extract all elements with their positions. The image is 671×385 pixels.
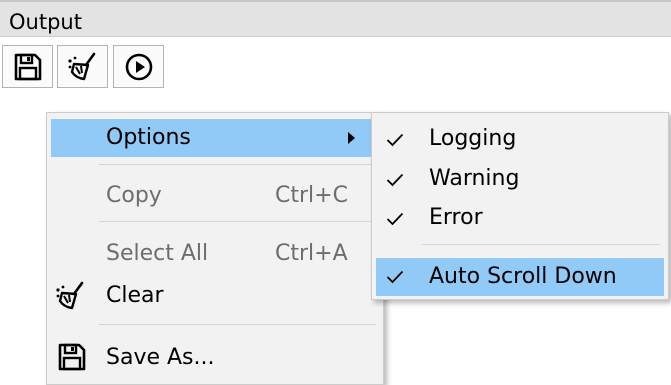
menu-item-select-all-shortcut: Ctrl+A	[275, 241, 348, 266]
save-button[interactable]	[2, 45, 53, 88]
save-icon	[14, 53, 41, 80]
menu-separator	[99, 164, 376, 165]
submenu-item-logging-label: Logging	[429, 126, 517, 151]
menu-item-select-all[interactable]: Select All Ctrl+A	[51, 235, 375, 273]
submenu-arrow-icon	[348, 132, 355, 144]
menu-item-copy[interactable]: Copy Ctrl+C	[51, 177, 375, 215]
menu-separator	[99, 324, 376, 325]
menu-separator	[422, 244, 660, 245]
menu-item-clear-label: Clear	[106, 283, 164, 308]
check-icon	[386, 133, 404, 147]
submenu-item-warning[interactable]: Warning	[376, 161, 664, 199]
output-toolbar	[0, 37, 671, 93]
menu-item-save-as[interactable]: Save As...	[51, 339, 375, 377]
submenu-item-error[interactable]: Error	[376, 200, 664, 238]
panel-title-bar: Output	[0, 0, 671, 37]
broom-icon	[56, 281, 84, 310]
panel-title: Output	[9, 10, 82, 34]
submenu-item-auto-scroll-down-label: Auto Scroll Down	[429, 264, 617, 289]
menu-item-select-all-label: Select All	[106, 241, 209, 266]
submenu-item-logging[interactable]: Logging	[376, 121, 664, 159]
check-icon	[386, 173, 404, 187]
context-menu: Options Copy Ctrl+C Select All Ctrl+A Cl…	[46, 112, 384, 385]
run-button[interactable]	[113, 45, 164, 88]
menu-item-copy-label: Copy	[106, 183, 162, 208]
menu-item-save-as-label: Save As...	[106, 345, 215, 370]
submenu-item-auto-scroll-down[interactable]: Auto Scroll Down	[376, 258, 664, 296]
menu-item-options[interactable]: Options	[51, 119, 375, 157]
play-icon	[125, 53, 152, 80]
menu-item-copy-shortcut: Ctrl+C	[275, 183, 348, 208]
submenu-item-warning-label: Warning	[429, 166, 520, 191]
menu-item-options-label: Options	[106, 125, 191, 150]
check-icon	[386, 212, 404, 226]
check-icon	[386, 270, 404, 284]
menu-item-clear[interactable]: Clear	[51, 277, 375, 315]
submenu-item-error-label: Error	[429, 205, 483, 230]
options-submenu: Logging Warning Error Auto Scroll Down	[371, 112, 669, 300]
menu-separator	[99, 221, 376, 222]
save-icon	[58, 343, 86, 371]
clear-button[interactable]	[57, 45, 108, 88]
broom-icon	[67, 52, 95, 80]
